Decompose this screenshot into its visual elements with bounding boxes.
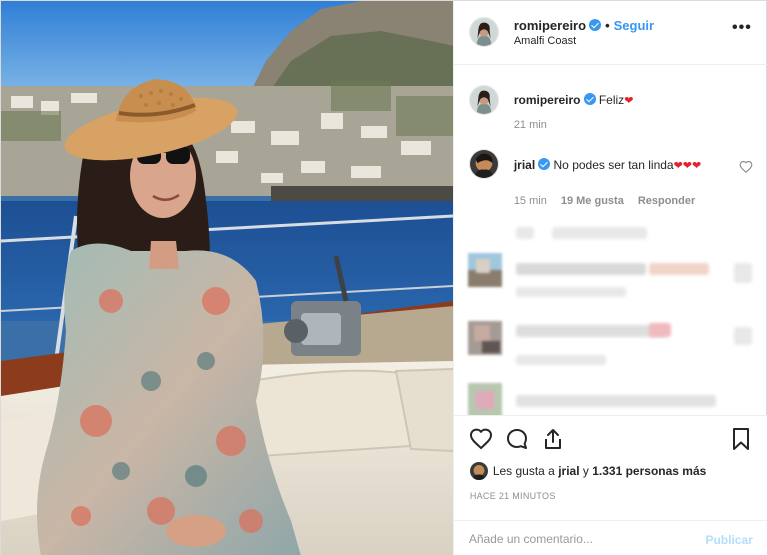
blurred-text bbox=[648, 323, 671, 337]
comment-time[interactable]: 15 min bbox=[514, 195, 547, 207]
separator-dot: • bbox=[605, 18, 610, 33]
post-photo[interactable] bbox=[1, 1, 453, 555]
publish-button[interactable]: Publicar bbox=[705, 533, 752, 547]
author-avatar[interactable] bbox=[468, 17, 499, 47]
share-icon[interactable] bbox=[541, 427, 565, 451]
follow-button[interactable]: Seguir bbox=[614, 18, 654, 33]
post-photo-image bbox=[1, 1, 453, 555]
post-header: romipereiro • Seguir Amalfi Coast ••• bbox=[453, 1, 767, 65]
comment-text: No podes ser tan linda bbox=[553, 158, 674, 172]
blurred-text bbox=[733, 263, 752, 283]
comment-meta: 15 min 19 Me gusta Responder bbox=[514, 195, 709, 207]
comment-likes-count[interactable]: 19 Me gusta bbox=[561, 195, 624, 207]
caption-meta: 21 min bbox=[514, 119, 561, 131]
liker-avatar[interactable] bbox=[469, 462, 488, 480]
likes-summary: Les gusta a jrial y 1.331 personas más bbox=[469, 462, 706, 480]
blurred-text bbox=[733, 327, 752, 345]
comments-section[interactable]: romipereiro Feliz❤ 21 min jrial No podes… bbox=[454, 65, 767, 415]
blurred-avatar bbox=[467, 321, 502, 355]
likes-user[interactable]: jrial bbox=[558, 464, 579, 478]
comment-reply-button[interactable]: Responder bbox=[638, 195, 695, 207]
caption-username[interactable]: romipereiro bbox=[514, 93, 581, 107]
likes-middle: y bbox=[579, 464, 593, 478]
comment-heart-emoji: ❤❤❤ bbox=[673, 160, 702, 172]
header-line: romipereiro • Seguir bbox=[514, 18, 654, 33]
post-side-panel: romipereiro • Seguir Amalfi Coast ••• romi… bbox=[452, 1, 767, 555]
comment-avatar[interactable] bbox=[468, 149, 499, 179]
instagram-post: romipereiro • Seguir Amalfi Coast ••• romi… bbox=[0, 0, 767, 555]
caption-text-line: romipereiro Feliz❤ bbox=[514, 92, 744, 110]
bookmark-icon[interactable] bbox=[729, 427, 753, 451]
comment-icon[interactable] bbox=[505, 427, 529, 451]
caption-text: Feliz bbox=[598, 93, 625, 107]
blurred-text bbox=[648, 263, 709, 275]
caption-avatar[interactable] bbox=[468, 85, 499, 115]
likes-count[interactable]: 1.331 personas más bbox=[592, 464, 706, 478]
blurred-text bbox=[515, 227, 534, 239]
author-username[interactable]: romipereiro bbox=[514, 18, 586, 33]
post-location[interactable]: Amalfi Coast bbox=[514, 35, 576, 47]
post-caption: romipereiro Feliz❤ 21 min bbox=[468, 85, 759, 135]
comment-input[interactable] bbox=[468, 527, 689, 551]
more-options-icon[interactable]: ••• bbox=[732, 19, 752, 37]
blurred-text bbox=[515, 263, 646, 275]
verified-badge-icon bbox=[538, 158, 551, 170]
post-timestamp[interactable]: HACE 21 MINUTOS bbox=[470, 491, 556, 501]
comment-like-heart-icon[interactable] bbox=[739, 160, 753, 174]
blurred-text bbox=[515, 287, 626, 297]
blurred-text bbox=[515, 395, 716, 407]
likes-prefix: Les gusta a bbox=[492, 464, 559, 478]
comment-item: jrial No podes ser tan linda❤❤❤ 15 min 19… bbox=[468, 149, 759, 209]
blurred-avatar bbox=[467, 253, 502, 287]
heart-icon[interactable] bbox=[469, 427, 493, 451]
verified-badge-icon bbox=[583, 93, 596, 105]
blurred-text bbox=[551, 227, 647, 239]
blurred-text bbox=[515, 325, 666, 337]
caption-heart-emoji: ❤ bbox=[624, 95, 634, 107]
comment-username[interactable]: jrial bbox=[514, 158, 535, 172]
blurred-avatar bbox=[467, 383, 502, 415]
post-actions: Les gusta a jrial y 1.331 personas más H… bbox=[453, 415, 767, 555]
comment-text-line: jrial No podes ser tan linda❤❤❤ bbox=[514, 157, 744, 175]
add-comment-bar: Publicar bbox=[453, 520, 767, 555]
blurred-text bbox=[515, 355, 606, 365]
caption-time[interactable]: 21 min bbox=[514, 119, 547, 131]
verified-badge-icon bbox=[589, 19, 602, 31]
